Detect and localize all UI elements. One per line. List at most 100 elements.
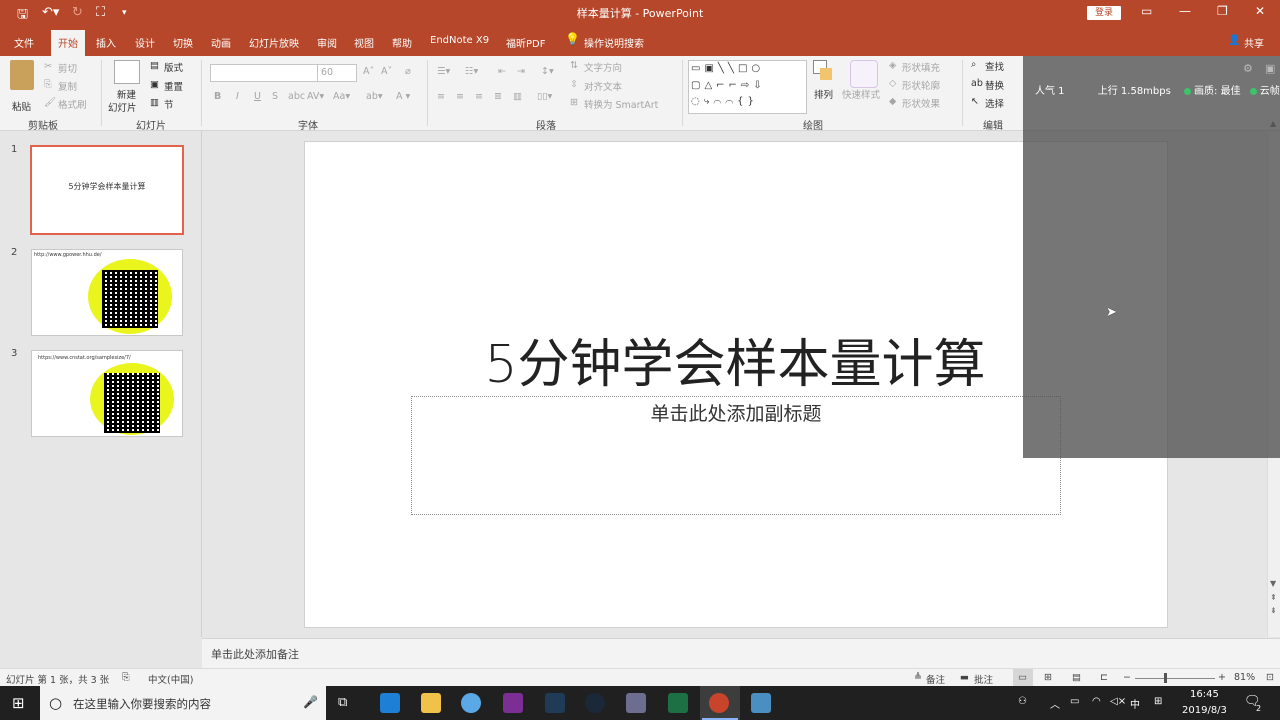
tell-me-search[interactable]: 操作说明搜索 bbox=[584, 35, 644, 50]
tab-slideshow[interactable]: 幻灯片放映 bbox=[249, 35, 299, 50]
slideshow-view-icon[interactable]: ⊏ bbox=[1100, 672, 1108, 683]
shape-effects-button[interactable]: 形状效果 bbox=[902, 96, 940, 110]
justify-icon[interactable]: ≣ bbox=[494, 91, 502, 102]
network-icon[interactable]: ◠ bbox=[1092, 696, 1101, 707]
gear-icon[interactable]: ⚙ bbox=[1243, 62, 1253, 75]
shrink-font-icon[interactable]: A˅ bbox=[381, 66, 392, 77]
grow-font-icon[interactable]: A˄ bbox=[363, 66, 374, 77]
pdf-app-icon[interactable] bbox=[503, 693, 523, 713]
previous-slide-icon[interactable]: ⇞ bbox=[1270, 593, 1277, 602]
align-text-button[interactable]: 对齐文本 bbox=[584, 79, 622, 93]
microphone-icon[interactable]: 🎤 bbox=[303, 695, 318, 709]
app-icon[interactable] bbox=[751, 693, 771, 713]
keyboard-icon[interactable]: ⊞ bbox=[1154, 696, 1162, 707]
tab-home[interactable]: 开始 bbox=[51, 30, 85, 56]
next-slide-icon[interactable]: ⇟ bbox=[1270, 606, 1277, 615]
window-icon[interactable]: ▣ bbox=[1265, 62, 1275, 75]
smartart-button[interactable]: 转换为 SmartArt bbox=[584, 97, 658, 111]
task-view-icon[interactable]: ⧉ bbox=[338, 695, 347, 710]
text-direction-button[interactable]: 文字方向 bbox=[584, 60, 622, 74]
cut-button[interactable]: 剪切 bbox=[58, 61, 77, 75]
columns-icon[interactable]: ▯▯▾ bbox=[537, 91, 552, 102]
underline-button[interactable]: U bbox=[254, 91, 261, 102]
slide-thumbnail-2[interactable]: http://www.gpower.hhu.de/ bbox=[31, 249, 183, 336]
tab-foxit-pdf[interactable]: 福昕PDF bbox=[506, 35, 545, 50]
clock-time[interactable]: 16:45 bbox=[1190, 689, 1219, 700]
volume-icon[interactable]: ◁× bbox=[1110, 696, 1126, 707]
numbering-icon[interactable]: ☷▾ bbox=[465, 66, 478, 77]
new-slide-label-1[interactable]: 新建 bbox=[117, 87, 136, 101]
align-center-icon[interactable]: ≡ bbox=[456, 91, 464, 102]
battery-icon[interactable]: ▭ bbox=[1070, 696, 1079, 707]
notes-pane[interactable]: 单击此处添加备注 bbox=[202, 638, 1280, 668]
align-left-icon[interactable]: ≡ bbox=[437, 91, 445, 102]
file-explorer-icon[interactable] bbox=[421, 693, 441, 713]
login-button[interactable]: 登录 bbox=[1087, 6, 1121, 20]
notes-button[interactable]: 备注 bbox=[926, 672, 945, 686]
shape-outline-button[interactable]: 形状轮廓 bbox=[902, 78, 940, 92]
copy-button[interactable]: 复制 bbox=[58, 79, 77, 93]
layout-button[interactable]: 版式 bbox=[164, 60, 183, 74]
zoom-level[interactable]: 81% bbox=[1234, 672, 1255, 683]
new-slide-label-2[interactable]: 幻灯片 bbox=[108, 100, 137, 114]
tab-review[interactable]: 审阅 bbox=[317, 35, 337, 50]
select-button[interactable]: 选择 bbox=[985, 96, 1004, 110]
bold-button[interactable]: B bbox=[214, 91, 221, 102]
slide-thumbnail-3[interactable]: https://www.cnstat.org/samplesize/7/ bbox=[31, 350, 183, 437]
format-painter-button[interactable]: 格式刷 bbox=[58, 97, 87, 111]
line-spacing-icon[interactable]: ↕▾ bbox=[541, 66, 554, 77]
quick-styles-icon[interactable] bbox=[850, 60, 878, 88]
powerpoint-icon[interactable] bbox=[709, 693, 729, 713]
zoom-slider-thumb[interactable] bbox=[1164, 673, 1167, 683]
paste-button[interactable]: 粘贴 bbox=[12, 99, 31, 113]
taskbar-search[interactable]: ○ 在这里输入你要搜索的内容 🎤 bbox=[40, 686, 326, 720]
shapes-row-2[interactable]: ▢△⌐⌐⇨⇩ bbox=[691, 80, 766, 91]
char-spacing-icon[interactable]: AV▾ bbox=[307, 91, 324, 102]
spellcheck-icon[interactable]: ⎘ bbox=[122, 672, 130, 683]
shapes-gallery[interactable]: ▭▣╲╲□○ ▢△⌐⌐⇨⇩ ◌⤷⌒⌒{} bbox=[688, 60, 807, 114]
subtitle-placeholder-box[interactable]: 单击此处添加副标题 bbox=[411, 396, 1061, 515]
bullets-icon[interactable]: ☰▾ bbox=[437, 66, 450, 77]
reset-button[interactable]: 重置 bbox=[164, 79, 183, 93]
people-icon[interactable]: ⚇ bbox=[1018, 696, 1027, 707]
edge-icon[interactable] bbox=[380, 693, 400, 713]
cloud-app-icon[interactable] bbox=[461, 693, 481, 713]
app-icon[interactable] bbox=[545, 693, 565, 713]
shape-fill-button[interactable]: 形状填充 bbox=[902, 60, 940, 74]
shapes-row-3[interactable]: ◌⤷⌒⌒{} bbox=[691, 96, 758, 107]
app-icon[interactable] bbox=[626, 693, 646, 713]
share-button[interactable]: 共享 bbox=[1244, 35, 1264, 50]
comments-button[interactable]: 批注 bbox=[974, 672, 993, 686]
close-icon[interactable]: ✕ bbox=[1255, 4, 1265, 18]
font-name-field[interactable] bbox=[210, 64, 318, 82]
shapes-row-1[interactable]: ▭▣╲╲□○ bbox=[691, 63, 764, 74]
highlight-icon[interactable]: ab▾ bbox=[366, 91, 383, 102]
zoom-out-icon[interactable]: − bbox=[1123, 672, 1131, 683]
clock-date[interactable]: 2019/8/3 bbox=[1182, 705, 1227, 716]
increase-indent-icon[interactable]: ⇥ bbox=[517, 66, 525, 77]
distribute-icon[interactable]: ▥ bbox=[513, 91, 522, 102]
taskbar-search-placeholder[interactable]: 在这里输入你要搜索的内容 bbox=[73, 696, 211, 712]
replace-button[interactable]: 替换 bbox=[985, 78, 1004, 92]
notes-placeholder[interactable]: 单击此处添加备注 bbox=[211, 646, 299, 662]
tab-endnote[interactable]: EndNote X9 bbox=[430, 35, 489, 46]
clear-format-icon[interactable]: ⌀ bbox=[405, 66, 411, 77]
arrange-button[interactable]: 排列 bbox=[814, 87, 833, 101]
steam-icon[interactable] bbox=[585, 693, 605, 713]
subtitle-placeholder[interactable]: 单击此处添加副标题 bbox=[412, 399, 1060, 426]
tab-insert[interactable]: 插入 bbox=[96, 35, 116, 50]
slide-thumbnail-1[interactable]: 5分钟学会样本量计算 bbox=[30, 145, 184, 235]
fit-slide-icon[interactable]: ⊡ bbox=[1266, 672, 1274, 683]
windows-start-icon[interactable]: ⊞ bbox=[12, 694, 25, 712]
restore-icon[interactable]: ❐ bbox=[1217, 4, 1228, 18]
tab-file[interactable]: 文件 bbox=[14, 35, 34, 50]
font-color-icon[interactable]: A ▾ bbox=[396, 91, 410, 102]
strikethrough-icon[interactable]: abc bbox=[288, 91, 305, 102]
find-button[interactable]: 查找 bbox=[985, 59, 1004, 73]
zoom-in-icon[interactable]: + bbox=[1218, 672, 1226, 683]
zoom-slider[interactable] bbox=[1135, 678, 1215, 679]
language-indicator[interactable]: 中文(中国) bbox=[148, 672, 193, 686]
slide-sorter-icon[interactable]: ⊞ bbox=[1044, 672, 1052, 683]
reading-view-icon[interactable]: ▤ bbox=[1072, 672, 1081, 683]
quick-styles-button[interactable]: 快速样式 bbox=[842, 87, 880, 101]
